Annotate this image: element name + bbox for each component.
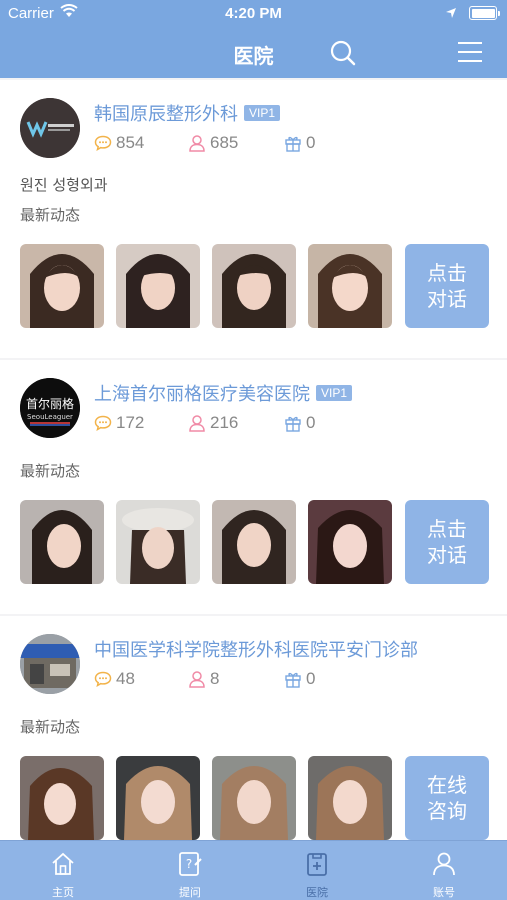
tab-bar: 主页 ? 提问 医院 账号 [0, 840, 507, 900]
latest-photo[interactable] [308, 244, 392, 328]
hospital-logo [20, 98, 80, 158]
comment-count: 48 [94, 669, 135, 689]
latest-photo[interactable] [212, 756, 296, 840]
top-bar: Carrier 4:20 PM 医院 [0, 0, 507, 78]
comment-icon [94, 135, 112, 151]
hospital-stats: 854 685 0 [94, 133, 354, 155]
latest-photo[interactable] [116, 244, 200, 328]
tab-label: 提问 [179, 886, 201, 899]
menu-button[interactable] [456, 40, 484, 64]
gift-count: 0 [284, 133, 315, 153]
menu-icon [458, 42, 482, 62]
section-label: 最新动态 [20, 206, 81, 224]
logo-subtext: SeouLeaguer [27, 413, 73, 421]
hospital-card[interactable]: 韩国原辰整形外科 VIP1 854 685 0 원진 성형외과 最新动态 点击 对话 [0, 80, 507, 358]
photo-row [20, 244, 392, 328]
battery-icon [469, 6, 500, 20]
chat-button[interactable]: 点击 对话 [405, 500, 489, 584]
hospital-logo: 首尔丽格 SeouLeaguer [20, 378, 80, 438]
latest-photo[interactable] [116, 500, 200, 584]
hospital-name[interactable]: 中国医学科学院整形外科医院平安门诊部 [94, 636, 418, 662]
hospital-icon [307, 853, 327, 876]
latest-photo[interactable] [212, 500, 296, 584]
search-button[interactable] [328, 38, 358, 68]
latest-photo[interactable] [20, 244, 104, 328]
hospital-stats: 48 8 0 [94, 669, 354, 691]
hospital-stats: 172 216 0 [94, 413, 354, 435]
hospital-description: 원진 성형외과 [20, 176, 108, 194]
section-label: 最新动态 [20, 462, 81, 480]
comment-count: 172 [94, 413, 144, 433]
latest-photo[interactable] [308, 756, 392, 840]
comment-icon [94, 671, 112, 687]
user-icon [189, 135, 205, 152]
hospital-name[interactable]: 韩国原辰整形外科 VIP1 [94, 100, 281, 126]
tab-label: 医院 [306, 886, 328, 899]
latest-photo[interactable] [308, 500, 392, 584]
tab-label: 主页 [52, 886, 74, 899]
home-icon [52, 852, 74, 875]
status-bar: Carrier 4:20 PM [0, 0, 507, 30]
logo-text: 首尔丽格 [26, 396, 74, 411]
consult-button[interactable]: 在线 咨询 [405, 756, 489, 840]
tab-home[interactable]: 主页 [0, 841, 126, 900]
hospital-card[interactable]: 首尔丽格 SeouLeaguer 上海首尔丽格医疗美容医院 VIP1 172 216… [0, 360, 507, 614]
photo-row [20, 500, 392, 584]
hospital-logo [20, 634, 80, 694]
latest-photo[interactable] [116, 756, 200, 840]
section-label: 最新动态 [20, 718, 81, 736]
search-icon [330, 40, 356, 66]
chat-button[interactable]: 点击 对话 [405, 244, 489, 328]
account-icon [433, 852, 455, 876]
page-title: 医院 [233, 44, 274, 68]
user-icon [189, 415, 205, 432]
location-icon [445, 5, 457, 23]
svg-text:?: ? [186, 857, 192, 871]
tab-label: 账号 [433, 886, 455, 899]
follower-count: 685 [188, 133, 238, 153]
follower-count: 8 [188, 669, 219, 689]
tab-account[interactable]: 账号 [381, 841, 507, 900]
user-icon [189, 671, 205, 688]
comment-icon [94, 415, 112, 431]
gift-count: 0 [284, 413, 315, 433]
tab-hospital[interactable]: 医院 [254, 841, 380, 900]
latest-photo[interactable] [20, 500, 104, 584]
comment-count: 854 [94, 133, 144, 153]
photo-row [20, 756, 392, 840]
hospital-card[interactable]: 中国医学科学院整形外科医院平安门诊部 48 8 0 最新动态 在线 咨询 [0, 616, 507, 840]
tab-question[interactable]: ? 提问 [127, 841, 253, 900]
hospital-name[interactable]: 上海首尔丽格医疗美容医院 VIP1 [94, 380, 353, 406]
latest-photo[interactable] [20, 756, 104, 840]
question-icon: ? [179, 852, 202, 876]
follower-count: 216 [188, 413, 238, 433]
vip-badge: VIP1 [316, 385, 353, 401]
vip-badge: VIP1 [244, 105, 281, 121]
gift-count: 0 [284, 669, 315, 689]
gift-icon [285, 136, 301, 152]
latest-photo[interactable] [212, 244, 296, 328]
status-time: 4:20 PM [225, 5, 282, 22]
gift-icon [285, 672, 301, 688]
gift-icon [285, 416, 301, 432]
